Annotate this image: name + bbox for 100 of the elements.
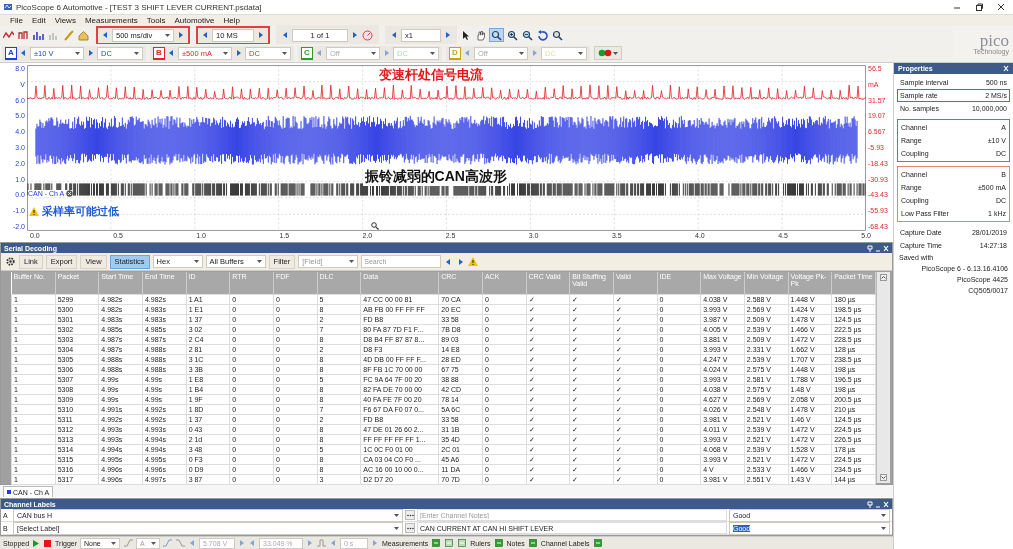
right-triangle-icon: [239, 540, 244, 546]
scroll-up-icon: [880, 274, 887, 281]
menu-item[interactable]: Measurements: [84, 16, 138, 25]
menu-item[interactable]: File: [10, 16, 23, 25]
next-button[interactable]: [530, 47, 539, 59]
warning-icon: [29, 207, 39, 217]
next-button[interactable]: [234, 47, 243, 59]
previous-button[interactable]: [281, 29, 290, 41]
pin-icon: [867, 500, 873, 508]
next-button[interactable]: [86, 47, 95, 59]
toolbar-button[interactable]: [489, 28, 504, 42]
caret-icon: [282, 51, 287, 55]
toolbar-button[interactable]: [474, 28, 487, 42]
toggle-button[interactable]: [444, 536, 455, 549]
close-icon: [997, 3, 1005, 11]
annotation-text: 采样率可能过低: [42, 204, 119, 220]
caret-icon: [881, 513, 886, 517]
zoom-out-icon: [522, 29, 533, 41]
menu-item[interactable]: Tools: [146, 16, 166, 25]
previous-button[interactable]: [390, 29, 399, 41]
menu-item[interactable]: Edit: [31, 16, 46, 25]
pointer-icon: [460, 29, 471, 41]
undo-icon: [537, 29, 548, 41]
right-triangle-icon: [384, 50, 389, 56]
right-triangle-icon: [458, 258, 464, 265]
menu-item[interactable]: Automotive: [174, 16, 215, 25]
toggle-button[interactable]: [431, 536, 442, 549]
annotation-text: 变速杆处信号电流: [379, 66, 484, 84]
left-triangle-icon: [331, 540, 336, 546]
previous-button[interactable]: [201, 29, 210, 41]
logo-text: pico: [979, 32, 1009, 48]
left-triangle-icon: [190, 540, 195, 546]
left-triangle-icon: [250, 540, 255, 546]
spectrum-mode-icon: [33, 29, 44, 41]
right-triangle-icon: [307, 540, 312, 546]
scope-mode-icon: [3, 29, 14, 41]
play-icon: [33, 539, 40, 547]
previous-button[interactable]: [167, 47, 176, 59]
caret-icon: [134, 51, 139, 55]
falling-edge-icon: [176, 539, 185, 547]
right-triangle-icon: [88, 50, 93, 56]
warning-icon: [468, 257, 479, 266]
rising-edge-icon: [163, 539, 172, 547]
zoom-icon: [491, 29, 502, 41]
caret-icon: [151, 541, 156, 545]
previous-button[interactable]: [101, 29, 110, 41]
left-triangle-icon: [103, 32, 108, 38]
caret-icon: [193, 260, 199, 263]
channel-button[interactable]: B: [153, 46, 165, 60]
next-button[interactable]: [176, 29, 185, 41]
close-icon: [1003, 65, 1009, 72]
left-triangle-icon: [21, 50, 26, 56]
square-icon: [432, 539, 441, 547]
caret-icon: [349, 260, 355, 263]
toolbar-button[interactable]: [551, 28, 564, 42]
scroll-down-icon: [880, 474, 887, 481]
previous-button[interactable]: [315, 47, 324, 59]
caret-icon: [430, 51, 435, 55]
next-button[interactable]: [256, 29, 265, 41]
toggle-button[interactable]: [527, 536, 538, 549]
more-button[interactable]: [405, 523, 415, 533]
next-button[interactable]: [350, 29, 359, 41]
restore-icon: [975, 3, 983, 11]
pin-icon: [867, 244, 873, 252]
zoom-in-icon: [507, 29, 518, 41]
search-icon: [371, 222, 379, 230]
edge-icon: [124, 539, 133, 547]
more-button[interactable]: [405, 510, 415, 520]
close-icon: [883, 244, 889, 252]
square-icon: [528, 539, 537, 547]
toolbar-button[interactable]: [506, 28, 519, 42]
channel-button[interactable]: A: [5, 46, 17, 60]
right-triangle-icon: [236, 50, 241, 56]
window-title: PicoScope 6 Automotive - [TEST 3 SHIFT LEVER CURRENT.psdata]: [16, 2, 263, 12]
caret-icon: [111, 541, 116, 545]
caret-icon: [165, 33, 170, 37]
right-triangle-icon: [352, 32, 357, 38]
next-button[interactable]: [443, 29, 452, 41]
traffic-light-icon: [598, 49, 612, 57]
square-icon: [593, 539, 602, 547]
menu-item[interactable]: Views: [54, 16, 76, 25]
left-triangle-icon: [283, 32, 288, 38]
toggle-button[interactable]: [592, 536, 603, 549]
clock-icon: [362, 29, 373, 41]
scrollbar[interactable]: [876, 272, 890, 483]
menu-item[interactable]: Help: [223, 16, 240, 25]
toolbar-button[interactable]: [521, 28, 534, 42]
toggle-button[interactable]: [457, 536, 468, 549]
caret-icon: [394, 513, 399, 517]
previous-button[interactable]: [19, 47, 28, 59]
left-triangle-icon: [169, 50, 174, 56]
app-icon: [4, 3, 13, 11]
caret-icon: [223, 51, 228, 55]
previous-button[interactable]: [463, 47, 472, 59]
zoom-fit-icon: [552, 29, 563, 41]
caret-icon: [881, 526, 886, 530]
ellipsis-icon: [406, 513, 414, 517]
next-button[interactable]: [382, 47, 391, 59]
left-triangle-icon: [392, 32, 397, 38]
toggle-button[interactable]: [493, 536, 504, 549]
